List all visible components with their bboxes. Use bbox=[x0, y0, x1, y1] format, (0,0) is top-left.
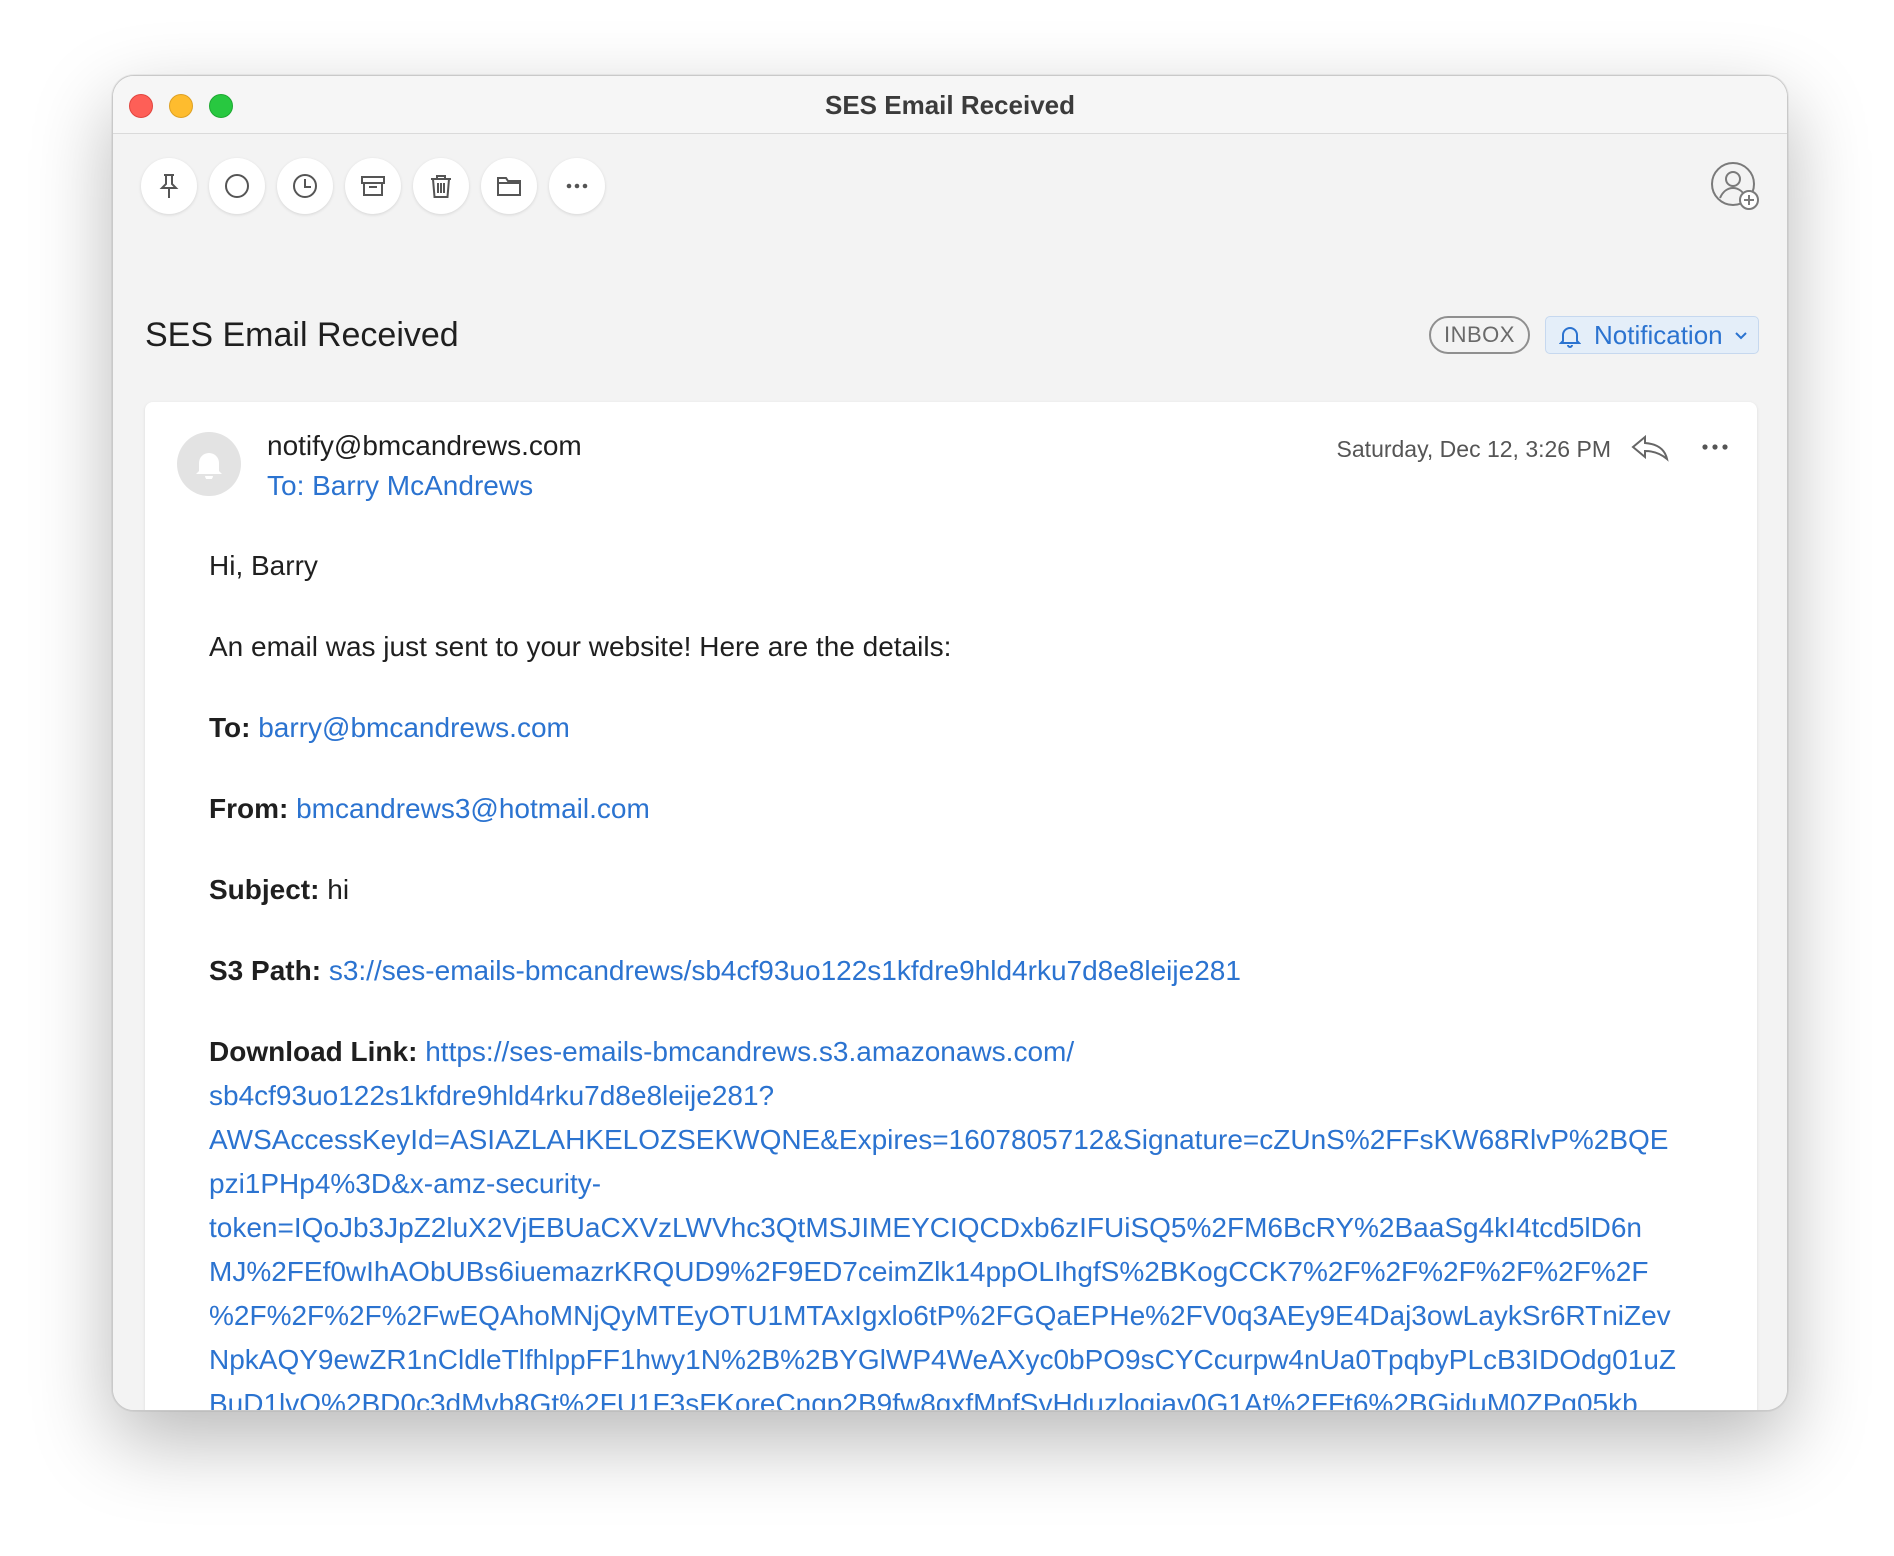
download-link[interactable]: sb4cf93uo122s1kfdre9hld4rku7d8e8leije281… bbox=[209, 1074, 1709, 1410]
download-link-first-line[interactable]: https://ses-emails-bmcandrews.s3.amazona… bbox=[425, 1036, 1074, 1067]
message-subject: SES Email Received bbox=[145, 316, 459, 354]
bell-icon bbox=[1559, 327, 1581, 348]
from-label: From: bbox=[209, 793, 289, 824]
greeting: Hi, Barry bbox=[209, 550, 318, 581]
category-dropdown[interactable]: Notification bbox=[1545, 316, 1759, 354]
bell-icon bbox=[196, 453, 222, 479]
trash-icon bbox=[431, 175, 451, 198]
recipient-line[interactable]: To: Barry McAndrews bbox=[267, 470, 533, 502]
subject-label: Subject: bbox=[209, 874, 320, 905]
snooze-button[interactable] bbox=[277, 158, 333, 214]
chevron-down-icon bbox=[1735, 332, 1747, 340]
folder-icon bbox=[497, 177, 521, 196]
sender-address[interactable]: notify@bmcandrews.com bbox=[267, 430, 582, 462]
archive-icon bbox=[361, 176, 385, 196]
delete-button[interactable] bbox=[413, 158, 469, 214]
pin-button[interactable] bbox=[141, 158, 197, 214]
to-label: To: bbox=[209, 712, 251, 743]
window-title: SES Email Received bbox=[824, 90, 1076, 120]
more-actions-button[interactable] bbox=[549, 158, 605, 214]
folder-badge[interactable]: INBOX bbox=[1429, 316, 1530, 354]
s3-path-label: S3 Path: bbox=[209, 955, 322, 986]
subject-value: hi bbox=[327, 874, 350, 905]
title-bar: SES Email Received bbox=[113, 76, 1787, 134]
to-email-link[interactable]: barry@bmcandrews.com bbox=[258, 712, 570, 743]
from-line: From: bmcandrews3@hotmail.com bbox=[209, 787, 1709, 831]
pin-icon bbox=[159, 174, 179, 198]
avatar bbox=[177, 432, 241, 496]
move-to-folder-button[interactable] bbox=[481, 158, 537, 214]
mail-window: SES Email Received SES Email Received IN… bbox=[112, 75, 1788, 1411]
more-icon bbox=[566, 183, 588, 189]
s3-path-link[interactable]: s3://ses-emails-bmcandrews/sb4cf93uo122s… bbox=[329, 955, 1241, 986]
circle-icon bbox=[225, 174, 249, 198]
category-label: Notification bbox=[1594, 320, 1723, 350]
archive-button[interactable] bbox=[345, 158, 401, 214]
subject-line: Subject: hi bbox=[209, 868, 1709, 912]
clock-icon bbox=[293, 174, 317, 198]
content-area: SES Email Received INBOX Notification no… bbox=[113, 134, 1787, 1410]
from-email-link[interactable]: bmcandrews3@hotmail.com bbox=[296, 793, 650, 824]
message-body: Hi, Barry An email was just sent to your… bbox=[209, 544, 1709, 1410]
message-more-icon[interactable] bbox=[1697, 432, 1733, 462]
s3-path-line: S3 Path: s3://ses-emails-bmcandrews/sb4c… bbox=[209, 949, 1709, 993]
mark-unread-button[interactable] bbox=[209, 158, 265, 214]
intro-text: An email was just sent to your website! … bbox=[209, 631, 952, 662]
download-link-line: Download Link: https://ses-emails-bmcand… bbox=[209, 1030, 1709, 1410]
message-card: notify@bmcandrews.com To: Barry McAndrew… bbox=[145, 402, 1757, 1410]
to-line: To: barry@bmcandrews.com bbox=[209, 706, 1709, 750]
message-date: Saturday, Dec 12, 3:26 PM bbox=[1336, 436, 1611, 462]
reply-icon[interactable] bbox=[1629, 432, 1671, 462]
person-add-icon[interactable] bbox=[1709, 160, 1763, 214]
download-label: Download Link: bbox=[209, 1036, 418, 1067]
